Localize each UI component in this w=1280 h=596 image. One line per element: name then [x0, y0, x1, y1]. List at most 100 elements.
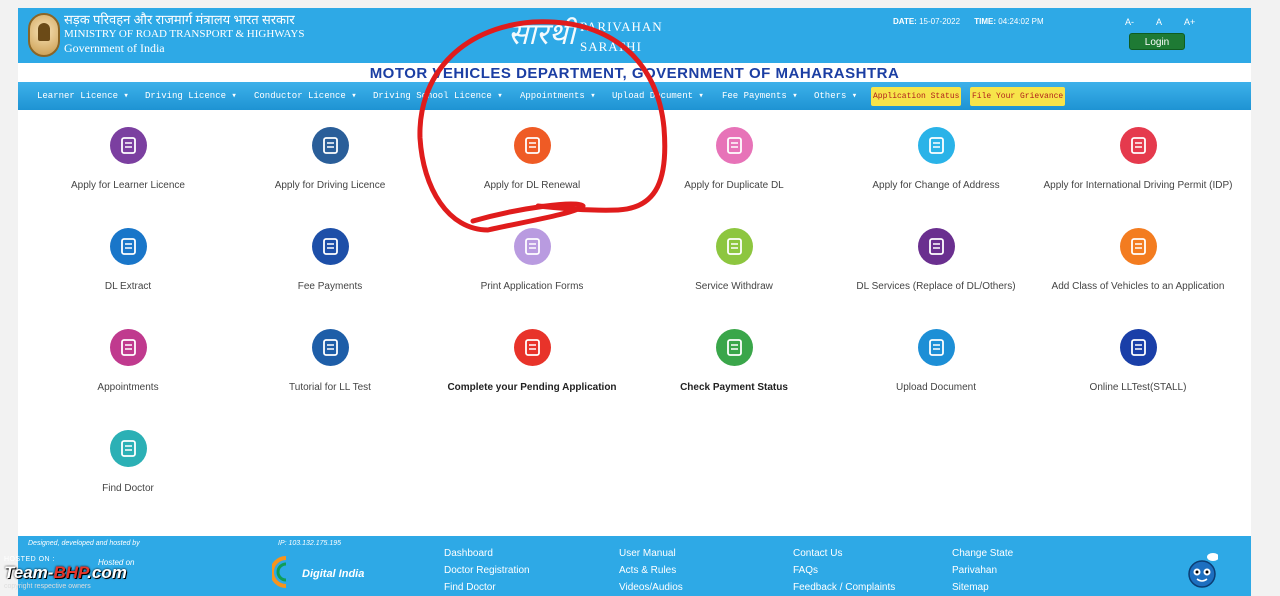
footer-link-contact-us[interactable]: Contact Us: [793, 548, 842, 559]
national-emblem-icon: [28, 13, 60, 57]
ip-address: IP: 103.132.175.195: [278, 540, 342, 547]
idp-icon[interactable]: [1119, 127, 1157, 164]
payment-status-icon[interactable]: [715, 329, 753, 366]
nav-driving-licence[interactable]: Driving Licence ▾: [145, 91, 237, 101]
service-label[interactable]: Complete your Pending Application: [432, 381, 632, 394]
tutorial-icon[interactable]: [311, 329, 349, 366]
service-label[interactable]: Tutorial for LL Test: [230, 381, 430, 394]
find-doctor-icon[interactable]: [109, 430, 147, 467]
service-tile[interactable]: Online LLTest(STALL): [1038, 329, 1238, 394]
service-tile[interactable]: Apply for DL Renewal: [432, 127, 632, 192]
service-label[interactable]: Apply for Change of Address: [836, 179, 1036, 192]
ministry-hindi: सड़क परिवहन और राजमार्ग मंत्रालय भारत सर…: [64, 12, 295, 27]
service-tile[interactable]: DL Services (Replace of DL/Others): [836, 228, 1036, 293]
font-decrease-button[interactable]: A-: [1125, 17, 1134, 27]
site-header: सड़क परिवहन और राजमार्ग मंत्रालय भारत सर…: [18, 8, 1251, 63]
pending-application-icon[interactable]: [513, 329, 551, 366]
service-tile[interactable]: Tutorial for LL Test: [230, 329, 430, 394]
service-tile[interactable]: Apply for Change of Address: [836, 127, 1036, 192]
service-label[interactable]: Print Application Forms: [432, 280, 632, 293]
watermark: HOSTED ON : Team-BHP.com copyright respe…: [4, 556, 127, 590]
footer-link-feedback[interactable]: Feedback / Complaints: [793, 582, 895, 593]
service-label[interactable]: Service Withdraw: [634, 280, 834, 293]
service-tile[interactable]: Add Class of Vehicles to an Application: [1038, 228, 1238, 293]
nav-others[interactable]: Others ▾: [814, 91, 857, 101]
service-label[interactable]: Find Doctor: [28, 482, 228, 495]
service-label[interactable]: Fee Payments: [230, 280, 430, 293]
footer-link-user-manual[interactable]: User Manual: [619, 548, 676, 559]
service-label[interactable]: Appointments: [28, 381, 228, 394]
footer-link-faqs[interactable]: FAQs: [793, 565, 818, 576]
watermark-hosted: HOSTED ON :: [4, 556, 56, 563]
time-label: TIME:: [974, 17, 997, 26]
dl-services-icon[interactable]: [917, 228, 955, 265]
service-label[interactable]: Apply for International Driving Permit (…: [1038, 179, 1238, 192]
watermark-brand: Team-BHP.com: [4, 563, 127, 583]
dl-renewal-icon[interactable]: [513, 127, 551, 164]
service-label[interactable]: Apply for DL Renewal: [432, 179, 632, 192]
digital-india-icon: [270, 556, 287, 588]
watermark-team: Team-: [4, 563, 54, 582]
footer-link-find-doctor[interactable]: Find Doctor: [444, 582, 496, 593]
service-tile[interactable]: Service Withdraw: [634, 228, 834, 293]
service-label[interactable]: DL Extract: [28, 280, 228, 293]
nav-file-grievance[interactable]: File Your Grievance: [970, 87, 1066, 106]
service-tile[interactable]: Apply for Learner Licence: [28, 127, 228, 192]
footer-link-acts-rules[interactable]: Acts & Rules: [619, 565, 676, 576]
service-label[interactable]: Apply for Learner Licence: [28, 179, 228, 192]
government-of-india: Government of India: [64, 41, 165, 55]
dl-extract-icon[interactable]: [109, 228, 147, 265]
nav-driving-school-licence[interactable]: Driving School Licence ▾: [373, 91, 503, 101]
footer-link-change-state[interactable]: Change State: [952, 548, 1013, 559]
service-tile[interactable]: DL Extract: [28, 228, 228, 293]
driving-licence-icon[interactable]: [311, 127, 349, 164]
upload-document-icon[interactable]: [917, 329, 955, 366]
service-withdraw-icon[interactable]: [715, 228, 753, 265]
font-normal-button[interactable]: A: [1156, 17, 1162, 27]
service-tile[interactable]: Complete your Pending Application: [432, 329, 632, 394]
ministry-english: MINISTRY OF ROAD TRANSPORT & HIGHWAYS: [64, 28, 305, 40]
nav-fee-payments[interactable]: Fee Payments ▾: [722, 91, 798, 101]
nav-appointments[interactable]: Appointments ▾: [520, 91, 596, 101]
nav-conductor-licence[interactable]: Conductor Licence ▾: [254, 91, 357, 101]
service-tile[interactable]: Print Application Forms: [432, 228, 632, 293]
learner-licence-icon[interactable]: [109, 127, 147, 164]
fee-payments-icon[interactable]: [311, 228, 349, 265]
service-tile[interactable]: Apply for Duplicate DL: [634, 127, 834, 192]
footer-link-doctor-registration[interactable]: Doctor Registration: [444, 565, 530, 576]
add-class-icon[interactable]: [1119, 228, 1157, 265]
service-tile[interactable]: Fee Payments: [230, 228, 430, 293]
duplicate-dl-icon[interactable]: [715, 127, 753, 164]
service-label[interactable]: Upload Document: [836, 381, 1036, 394]
service-label[interactable]: Online LLTest(STALL): [1038, 381, 1238, 394]
service-tile[interactable]: Apply for Driving Licence: [230, 127, 430, 192]
service-label[interactable]: Apply for Driving Licence: [230, 179, 430, 192]
service-label[interactable]: Check Payment Status: [634, 381, 834, 394]
service-tile[interactable]: Appointments: [28, 329, 228, 394]
footer-link-dashboard[interactable]: Dashboard: [444, 548, 493, 559]
nav-learner-licence[interactable]: Learner Licence ▾: [37, 91, 129, 101]
watermark-bhp: BHP: [53, 563, 88, 582]
change-address-icon[interactable]: [917, 127, 955, 164]
help-mascot-icon[interactable]: [1186, 552, 1218, 588]
service-tile[interactable]: Find Doctor: [28, 430, 228, 495]
service-label[interactable]: DL Services (Replace of DL/Others): [836, 280, 1036, 293]
font-increase-button[interactable]: A+: [1184, 17, 1195, 27]
login-button[interactable]: Login: [1129, 33, 1185, 50]
footer-link-parivahan[interactable]: Parivahan: [952, 565, 997, 576]
footer-link-sitemap[interactable]: Sitemap: [952, 582, 989, 593]
nav-application-status[interactable]: Application Status: [871, 87, 962, 106]
digital-india-logo[interactable]: Digital India: [270, 556, 364, 593]
service-tile[interactable]: Check Payment Status: [634, 329, 834, 394]
appointments-icon[interactable]: [109, 329, 147, 366]
print-icon[interactable]: [513, 228, 551, 265]
service-label[interactable]: Apply for Duplicate DL: [634, 179, 834, 192]
main-nav: Learner Licence ▾ Driving Licence ▾ Cond…: [18, 82, 1251, 110]
footer-link-videos-audios[interactable]: Videos/Audios: [619, 582, 683, 593]
online-lltest-icon[interactable]: [1119, 329, 1157, 366]
logo-parivahan: PARIVAHAN: [580, 19, 663, 34]
service-tile[interactable]: Upload Document: [836, 329, 1036, 394]
service-tile[interactable]: Apply for International Driving Permit (…: [1038, 127, 1238, 192]
service-label[interactable]: Add Class of Vehicles to an Application: [1038, 280, 1238, 293]
nav-upload-document[interactable]: Upload Document ▾: [612, 91, 704, 101]
